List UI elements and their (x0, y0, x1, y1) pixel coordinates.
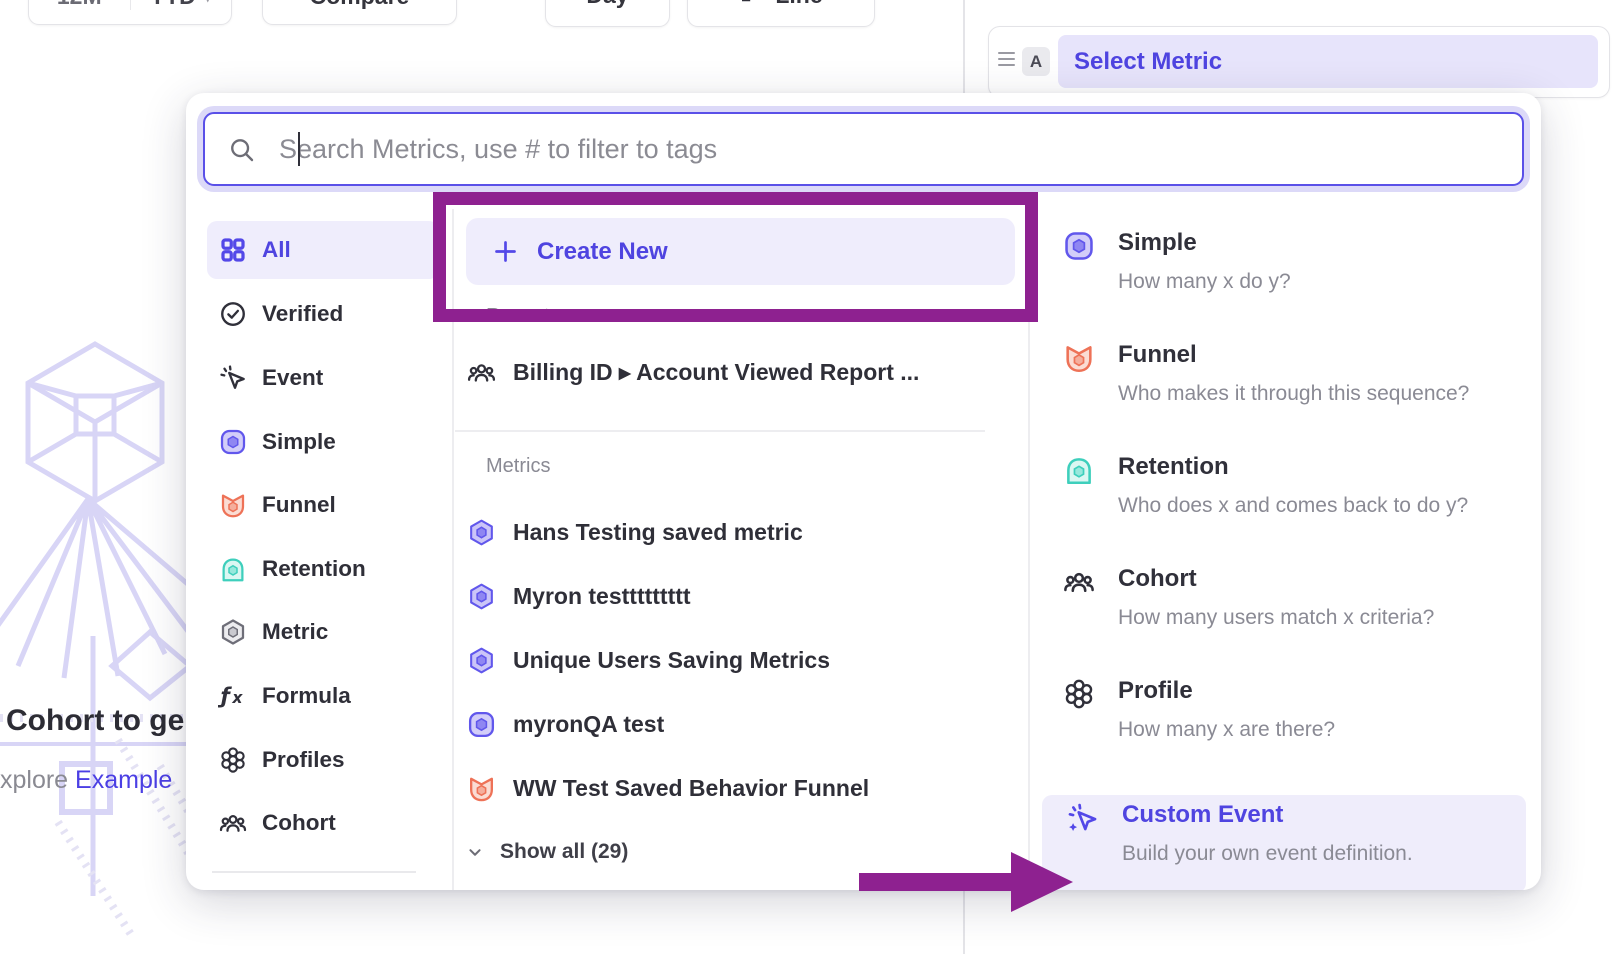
metric-item[interactable]: Hans Testing saved metric (466, 505, 1006, 559)
search-input[interactable] (277, 114, 1511, 185)
recents-metrics-divider (455, 430, 985, 432)
empty-state-title-fragment: Cohort to ge (6, 704, 188, 738)
compare-button[interactable]: Compare (262, 0, 457, 25)
sidebar-item-formula[interactable]: ƒx Formula (207, 667, 439, 725)
svg-text:ƒ: ƒ (218, 684, 233, 709)
formula-fx-icon: ƒx (218, 681, 248, 711)
simple-metric-icon (466, 709, 497, 740)
metric-item[interactable]: WW Test Saved Behavior Funnel (466, 761, 1006, 815)
empty-state-illustration (0, 336, 190, 936)
chart-type-line-button[interactable]: Line (687, 0, 875, 27)
sidebar-item-retention[interactable]: Retention (207, 540, 439, 598)
select-metric-dialog: All Verified Event Simple Funnel (186, 93, 1541, 890)
profiles-cluster-icon (1062, 677, 1096, 711)
sidebar-item-event[interactable]: Event (207, 349, 439, 407)
option-cohort[interactable]: Cohort How many users match x criteria? (1038, 559, 1528, 653)
option-custom-event[interactable]: Custom Event Build your own event defini… (1042, 795, 1526, 890)
series-a-badge: A (1022, 47, 1050, 76)
line-chart-icon (739, 0, 763, 8)
metric-search-box[interactable] (203, 112, 1524, 186)
date-range-segmented-control[interactable]: 12M YTD ▾ (28, 0, 232, 25)
svg-text:x: x (231, 689, 243, 707)
cohort-people-icon (1062, 565, 1096, 599)
saved-metric-hexagon-icon (466, 517, 497, 548)
text-caret (298, 132, 300, 166)
metric-picker-screen: 12M YTD ▾ Compare Day Line A Select Metr… (0, 0, 1616, 954)
empty-state-explore-line: xplore Example (0, 766, 188, 795)
saved-metric-hexagon-icon (466, 581, 497, 612)
column-divider-right (1028, 209, 1030, 890)
metric-item[interactable]: Myron testtttttttt (466, 569, 1006, 623)
create-new-button[interactable]: Create New (466, 218, 1015, 285)
range-12m-button[interactable]: 12M (29, 0, 130, 10)
search-icon (227, 135, 257, 165)
option-simple[interactable]: Simple How many x do y? (1038, 223, 1528, 317)
metric-hexagon-icon (218, 617, 248, 647)
range-ytd-button[interactable]: YTD ▾ (130, 0, 232, 10)
grid-all-icon (218, 235, 248, 265)
funnel-icon (466, 773, 497, 804)
sidebar-item-tags[interactable]: Tags (207, 882, 439, 890)
option-profile[interactable]: Profile How many x are there? (1038, 671, 1528, 765)
sidebar-item-simple[interactable]: Simple (207, 413, 439, 471)
show-all-button[interactable]: Show all (29) (464, 829, 864, 875)
option-retention[interactable]: Retention Who does x and comes back to d… (1038, 447, 1528, 541)
chevron-down-icon (464, 841, 486, 863)
recent-item-billing-id[interactable]: Billing ID ▸ Account Viewed Report ... (466, 345, 1006, 399)
plus-icon (492, 238, 519, 265)
metric-item[interactable]: myronQA test (466, 697, 1006, 751)
sidebar-item-funnel[interactable]: Funnel (207, 476, 439, 534)
recents-header: Recents (486, 305, 559, 328)
select-metric-field[interactable]: Select Metric (1058, 35, 1598, 88)
simple-metric-icon (1062, 229, 1096, 263)
verified-badge-icon (218, 299, 248, 329)
profiles-cluster-icon (218, 745, 248, 775)
drag-handle-icon[interactable] (998, 52, 1015, 70)
funnel-icon (1062, 341, 1096, 375)
saved-metric-hexagon-icon (466, 645, 497, 676)
cohort-people-icon (466, 357, 497, 388)
sidebar-item-all[interactable]: All (207, 221, 439, 279)
funnel-icon (218, 490, 248, 520)
event-cursor-icon (218, 363, 248, 393)
explore-text-fragment: xplore (0, 766, 75, 794)
sidebar-item-cohort[interactable]: Cohort (207, 794, 439, 852)
sidebar-item-verified[interactable]: Verified (207, 285, 439, 343)
column-divider-left (452, 209, 454, 890)
cohort-people-icon (218, 808, 248, 838)
simple-metric-icon (218, 427, 248, 457)
granularity-day-button[interactable]: Day (545, 0, 670, 27)
chevron-down-icon: ▾ (204, 0, 212, 7)
retention-icon (218, 554, 248, 584)
metric-item[interactable]: Unique Users Saving Metrics (466, 633, 1006, 687)
example-link[interactable]: Example (75, 766, 172, 794)
metrics-header: Metrics (486, 455, 550, 478)
retention-icon (1062, 453, 1096, 487)
custom-event-cursor-icon (1066, 801, 1100, 835)
sidebar-divider (212, 871, 416, 873)
sidebar-item-metric[interactable]: Metric (207, 603, 439, 661)
sidebar-item-profiles[interactable]: Profiles (207, 731, 439, 789)
option-funnel[interactable]: Funnel Who makes it through this sequenc… (1038, 335, 1528, 429)
